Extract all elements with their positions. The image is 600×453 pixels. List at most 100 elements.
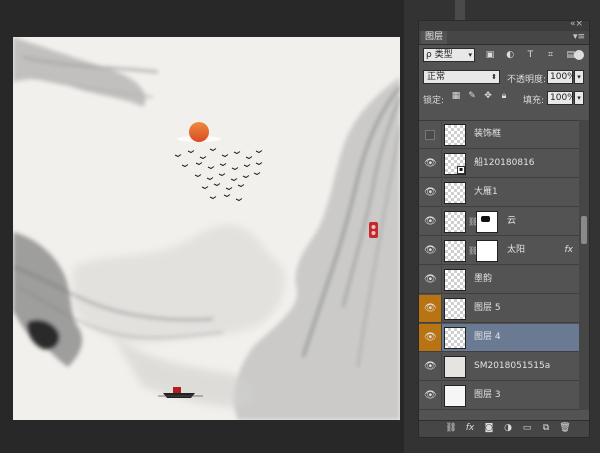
lock-transparent-icon[interactable]: ▦: [451, 91, 461, 101]
lock-position-icon[interactable]: ✥: [483, 91, 493, 101]
visibility-cell[interactable]: 👁︎: [419, 208, 442, 235]
layer-row[interactable]: 👁︎ 图层 5: [419, 295, 579, 323]
visibility-cell[interactable]: 👁︎: [419, 382, 442, 409]
link-icon[interactable]: ⛓︎: [468, 217, 478, 227]
layer-name[interactable]: 大雁1: [474, 179, 498, 206]
layer-name[interactable]: 图层 4: [474, 324, 501, 351]
image-filter-icon[interactable]: ▣: [485, 50, 495, 60]
layer-row[interactable]: 装饰框: [419, 121, 579, 149]
adjustment-filter-icon[interactable]: ◐: [505, 50, 515, 60]
visibility-cell[interactable]: 👁︎: [419, 324, 442, 351]
lock-all-icon[interactable]: 🔒︎: [499, 91, 509, 101]
layer-name[interactable]: SM2018051515a: [474, 353, 550, 380]
goose: [219, 163, 227, 167]
layer-name[interactable]: 装饰框: [474, 121, 501, 148]
eye-icon[interactable]: 👁︎: [424, 187, 437, 198]
document-canvas[interactable]: [13, 37, 400, 420]
eye-icon[interactable]: 👁︎: [424, 361, 437, 372]
sun: [177, 122, 221, 142]
layer-name[interactable]: 图层 3: [474, 382, 501, 409]
lock-pixels-icon[interactable]: ✎: [467, 91, 477, 101]
opacity-dropdown-icon[interactable]: ▾: [574, 70, 584, 84]
link-icon[interactable]: ⛓︎: [468, 246, 478, 256]
layer-name[interactable]: 墨韵: [474, 266, 492, 293]
layer-row[interactable]: 👁︎ 墨韵: [419, 266, 579, 294]
delete-icon[interactable]: 🗑︎: [559, 423, 571, 434]
layers-panel: «× 图层 ▾≡ ρ 类型 ▾ ▣ ◐ T ⌗ ▤ 正常 ⬍ 不透明度: 100…: [418, 19, 590, 438]
visibility-cell[interactable]: 👁︎: [419, 237, 442, 264]
layer-row-selected[interactable]: 👁︎ 图层 4: [419, 324, 579, 352]
chevron-down-icon: ▾: [468, 51, 472, 59]
goose: [242, 175, 250, 179]
goose: [218, 173, 226, 177]
new-layer-icon[interactable]: ⧉: [540, 423, 552, 434]
goose: [206, 177, 214, 181]
panel-menu-icon[interactable]: ▾≡: [573, 31, 585, 44]
layer-effects-icon[interactable]: fx: [565, 237, 574, 264]
layer-name[interactable]: 云: [507, 208, 516, 235]
geese-flock: [174, 148, 263, 202]
blend-mode-select[interactable]: 正常 ⬍: [423, 70, 500, 84]
visibility-cell[interactable]: 👁︎: [419, 295, 442, 322]
layer-thumbnail: [444, 356, 466, 378]
visibility-cell[interactable]: 👁︎: [419, 179, 442, 206]
visibility-cell[interactable]: 👁︎: [419, 266, 442, 293]
layer-row[interactable]: 👁︎ 图层 3: [419, 382, 579, 410]
filter-toggle-icon[interactable]: [574, 50, 584, 60]
panel-tabbar: 图层 ▾≡: [419, 31, 589, 45]
opacity-value: 100%: [550, 72, 576, 82]
scrollbar-thumb[interactable]: [581, 216, 587, 244]
double-chevron-icon[interactable]: «×: [570, 19, 583, 29]
goose: [199, 156, 207, 160]
layer-name[interactable]: 图层 5: [474, 295, 501, 322]
blend-row: 正常 ⬍ 不透明度: 100% ▾: [419, 66, 589, 87]
chevron-down-icon: ⬍: [491, 73, 497, 81]
visibility-cell[interactable]: 👁︎: [419, 353, 442, 380]
fx-icon[interactable]: fx: [464, 423, 476, 434]
lock-row: 锁定: ▦ ✎ ✥ 🔒︎ 填充: 100% ▾: [419, 87, 589, 108]
shape-filter-icon[interactable]: ⌗: [546, 50, 556, 60]
layer-thumbnail: [444, 327, 466, 349]
layer-row[interactable]: 👁︎ ▪ 船120180816: [419, 150, 579, 178]
layer-mask-thumbnail[interactable]: [476, 211, 498, 233]
link-layers-icon[interactable]: ⛓︎: [445, 423, 457, 434]
goose: [195, 162, 203, 166]
goose: [209, 196, 217, 200]
layer-mask-thumbnail[interactable]: [476, 240, 498, 262]
add-mask-icon[interactable]: ◙: [483, 423, 495, 434]
fill-dropdown-icon[interactable]: ▾: [574, 91, 584, 105]
layer-name[interactable]: 船120180816: [474, 150, 535, 177]
eye-icon[interactable]: 👁︎: [424, 332, 437, 343]
opacity-field[interactable]: 100%: [547, 70, 576, 84]
panel-titlebar: «×: [419, 19, 589, 31]
goose: [245, 156, 253, 160]
eye-icon[interactable]: 👁︎: [424, 158, 437, 169]
fill-field[interactable]: 100%: [547, 91, 576, 105]
filter-kind-select[interactable]: ρ 类型 ▾: [423, 48, 475, 62]
goose: [221, 154, 229, 158]
goose: [225, 187, 233, 191]
layer-row[interactable]: 👁︎ SM2018051515a: [419, 353, 579, 381]
type-filter-icon[interactable]: T: [525, 50, 535, 60]
layer-row[interactable]: 👁︎ ⛓︎ 云: [419, 208, 579, 236]
layer-row[interactable]: 👁︎ ⛓︎ 太阳 fx: [419, 237, 579, 265]
goose: [255, 162, 263, 166]
tab-layers[interactable]: 图层: [421, 31, 448, 44]
goose: [237, 184, 245, 188]
layer-name[interactable]: 太阳: [507, 237, 525, 264]
eye-icon[interactable]: 👁︎: [424, 245, 437, 256]
goose: [231, 167, 239, 171]
layer-list-scrollbar[interactable]: [579, 120, 589, 410]
visibility-off-icon[interactable]: [425, 130, 435, 140]
adjustment-layer-icon[interactable]: ◑: [502, 423, 514, 434]
goose: [207, 166, 215, 170]
eye-icon[interactable]: 👁︎: [424, 216, 437, 227]
visibility-cell[interactable]: [419, 121, 442, 148]
panel-footer: ⛓︎ fx ◙ ◑ ▭ ⧉ 🗑︎: [419, 420, 589, 437]
layer-row[interactable]: 👁︎ 大雁1: [419, 179, 579, 207]
eye-icon[interactable]: 👁︎: [424, 274, 437, 285]
eye-icon[interactable]: 👁︎: [424, 390, 437, 401]
eye-icon[interactable]: 👁︎: [424, 303, 437, 314]
visibility-cell[interactable]: 👁︎: [419, 150, 442, 177]
new-group-icon[interactable]: ▭: [521, 423, 533, 434]
